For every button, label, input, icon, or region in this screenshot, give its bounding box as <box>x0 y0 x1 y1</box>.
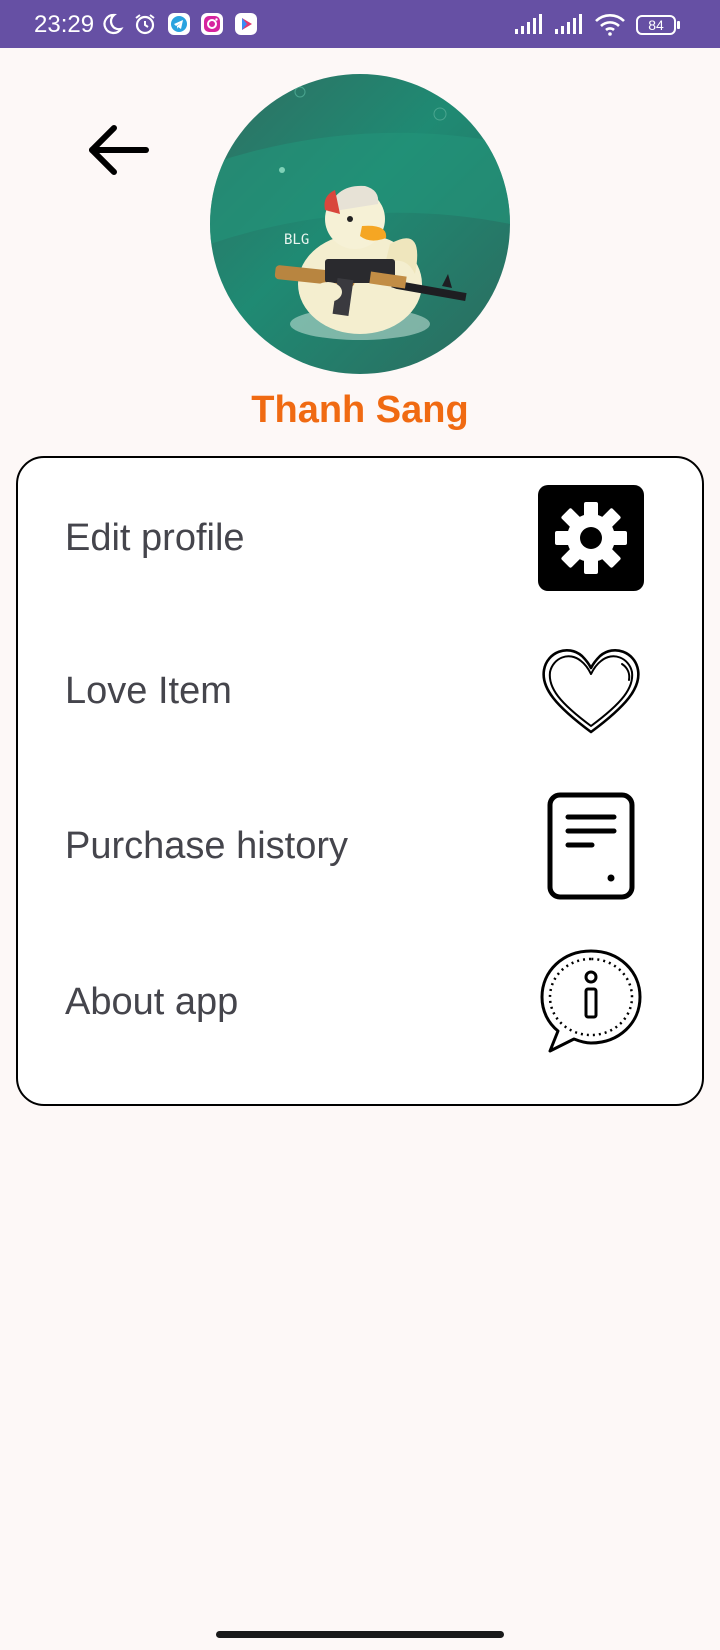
home-indicator[interactable] <box>216 1631 504 1638</box>
status-time: 23:29 <box>34 11 95 38</box>
menu-item-label: Edit profile <box>65 517 245 559</box>
menu-item-edit-profile[interactable]: Edit profile <box>18 468 702 608</box>
moon-icon <box>103 13 124 35</box>
svg-text:BLG: BLG <box>284 232 309 248</box>
menu-item-label: About app <box>65 981 239 1023</box>
instagram-icon <box>201 13 223 35</box>
arrow-left-icon <box>89 125 149 175</box>
battery-icon: 84 <box>636 15 680 35</box>
document-icon <box>547 792 635 900</box>
signal-icon <box>515 14 542 34</box>
alarm-icon <box>135 14 155 35</box>
menu-item-purchase-history[interactable]: Purchase history <box>18 776 702 916</box>
telegram-icon <box>168 13 190 35</box>
signal-icon <box>555 14 582 34</box>
avatar[interactable]: BLG <box>210 74 510 374</box>
menu-card: Edit profile Love Item Purchase history … <box>16 456 704 1106</box>
menu-item-love-item[interactable]: Love Item <box>18 621 702 761</box>
menu-item-about-app[interactable]: About app <box>18 932 702 1072</box>
avatar-duck-image: BLG <box>210 74 510 374</box>
gear-icon <box>538 485 644 591</box>
status-bar: 23:29 84 <box>0 0 720 48</box>
wifi-icon <box>595 14 625 36</box>
play-store-icon <box>235 13 257 35</box>
menu-item-label: Love Item <box>65 670 232 712</box>
back-button[interactable] <box>80 112 152 184</box>
menu-item-label: Purchase history <box>65 825 349 867</box>
heart-icon <box>542 649 640 734</box>
user-name: Thanh Sang <box>251 389 469 431</box>
info-bubble-icon <box>540 949 642 1053</box>
battery-level: 84 <box>648 17 664 33</box>
